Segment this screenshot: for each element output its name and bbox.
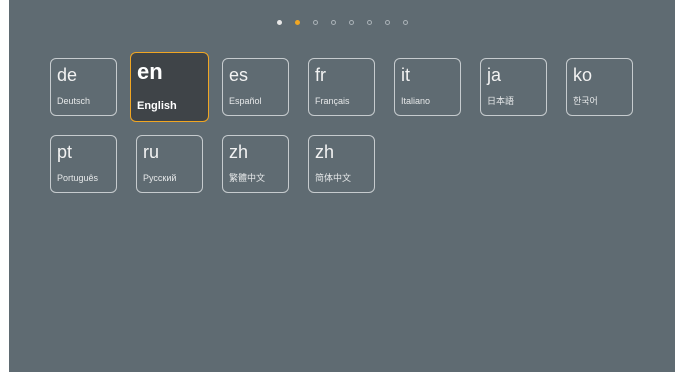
language-name: Deutsch <box>57 96 91 106</box>
page-dot-3[interactable] <box>312 19 318 25</box>
language-tile-es[interactable]: es Español <box>222 58 289 116</box>
page-dot-1[interactable] <box>276 19 282 25</box>
language-tile-zh-traditional[interactable]: zh 繁體中文 <box>222 135 289 193</box>
page-indicator <box>9 17 675 27</box>
language-name: 简体中文 <box>315 173 352 183</box>
language-tile-pt[interactable]: pt Português <box>50 135 117 193</box>
language-name: Español <box>229 96 262 106</box>
page-dot-5[interactable] <box>348 19 354 25</box>
language-code: ja <box>487 65 502 85</box>
language-tile-ko[interactable]: ko 한국어 <box>566 58 633 116</box>
language-code: de <box>57 65 78 85</box>
language-tile-de[interactable]: de Deutsch <box>50 58 117 116</box>
page-dot-8[interactable] <box>402 19 408 25</box>
language-name: English <box>137 100 177 112</box>
language-code: pt <box>57 142 73 162</box>
language-tile-ja[interactable]: ja 日本語 <box>480 58 547 116</box>
language-code: es <box>229 65 249 85</box>
page-dot-6[interactable] <box>366 19 372 25</box>
language-code: it <box>401 65 410 85</box>
language-name: Italiano <box>401 96 431 106</box>
page-dot-2-active[interactable] <box>294 19 300 25</box>
language-code: zh <box>229 142 249 162</box>
language-name: Русский <box>143 173 177 183</box>
language-name: 한국어 <box>573 96 598 106</box>
page-dot-4[interactable] <box>330 19 336 25</box>
language-selection-screen: de Deutsch en English es Español fr Fran… <box>9 0 675 372</box>
language-tile-ru[interactable]: ru Русский <box>136 135 203 193</box>
language-code: zh <box>315 142 335 162</box>
language-code: en <box>137 59 163 84</box>
language-code: ru <box>143 142 160 162</box>
language-tile-en-selected[interactable]: en English <box>130 52 209 122</box>
language-code: fr <box>315 65 326 85</box>
page-dot-7[interactable] <box>384 19 390 25</box>
language-tile-zh-simplified[interactable]: zh 简体中文 <box>308 135 375 193</box>
language-code: ko <box>573 65 593 85</box>
language-name: Português <box>57 173 99 183</box>
language-name: 日本語 <box>487 96 515 106</box>
language-name: Français <box>315 96 350 106</box>
language-tile-fr[interactable]: fr Français <box>308 58 375 116</box>
language-tile-it[interactable]: it Italiano <box>394 58 461 116</box>
language-name: 繁體中文 <box>229 173 266 183</box>
